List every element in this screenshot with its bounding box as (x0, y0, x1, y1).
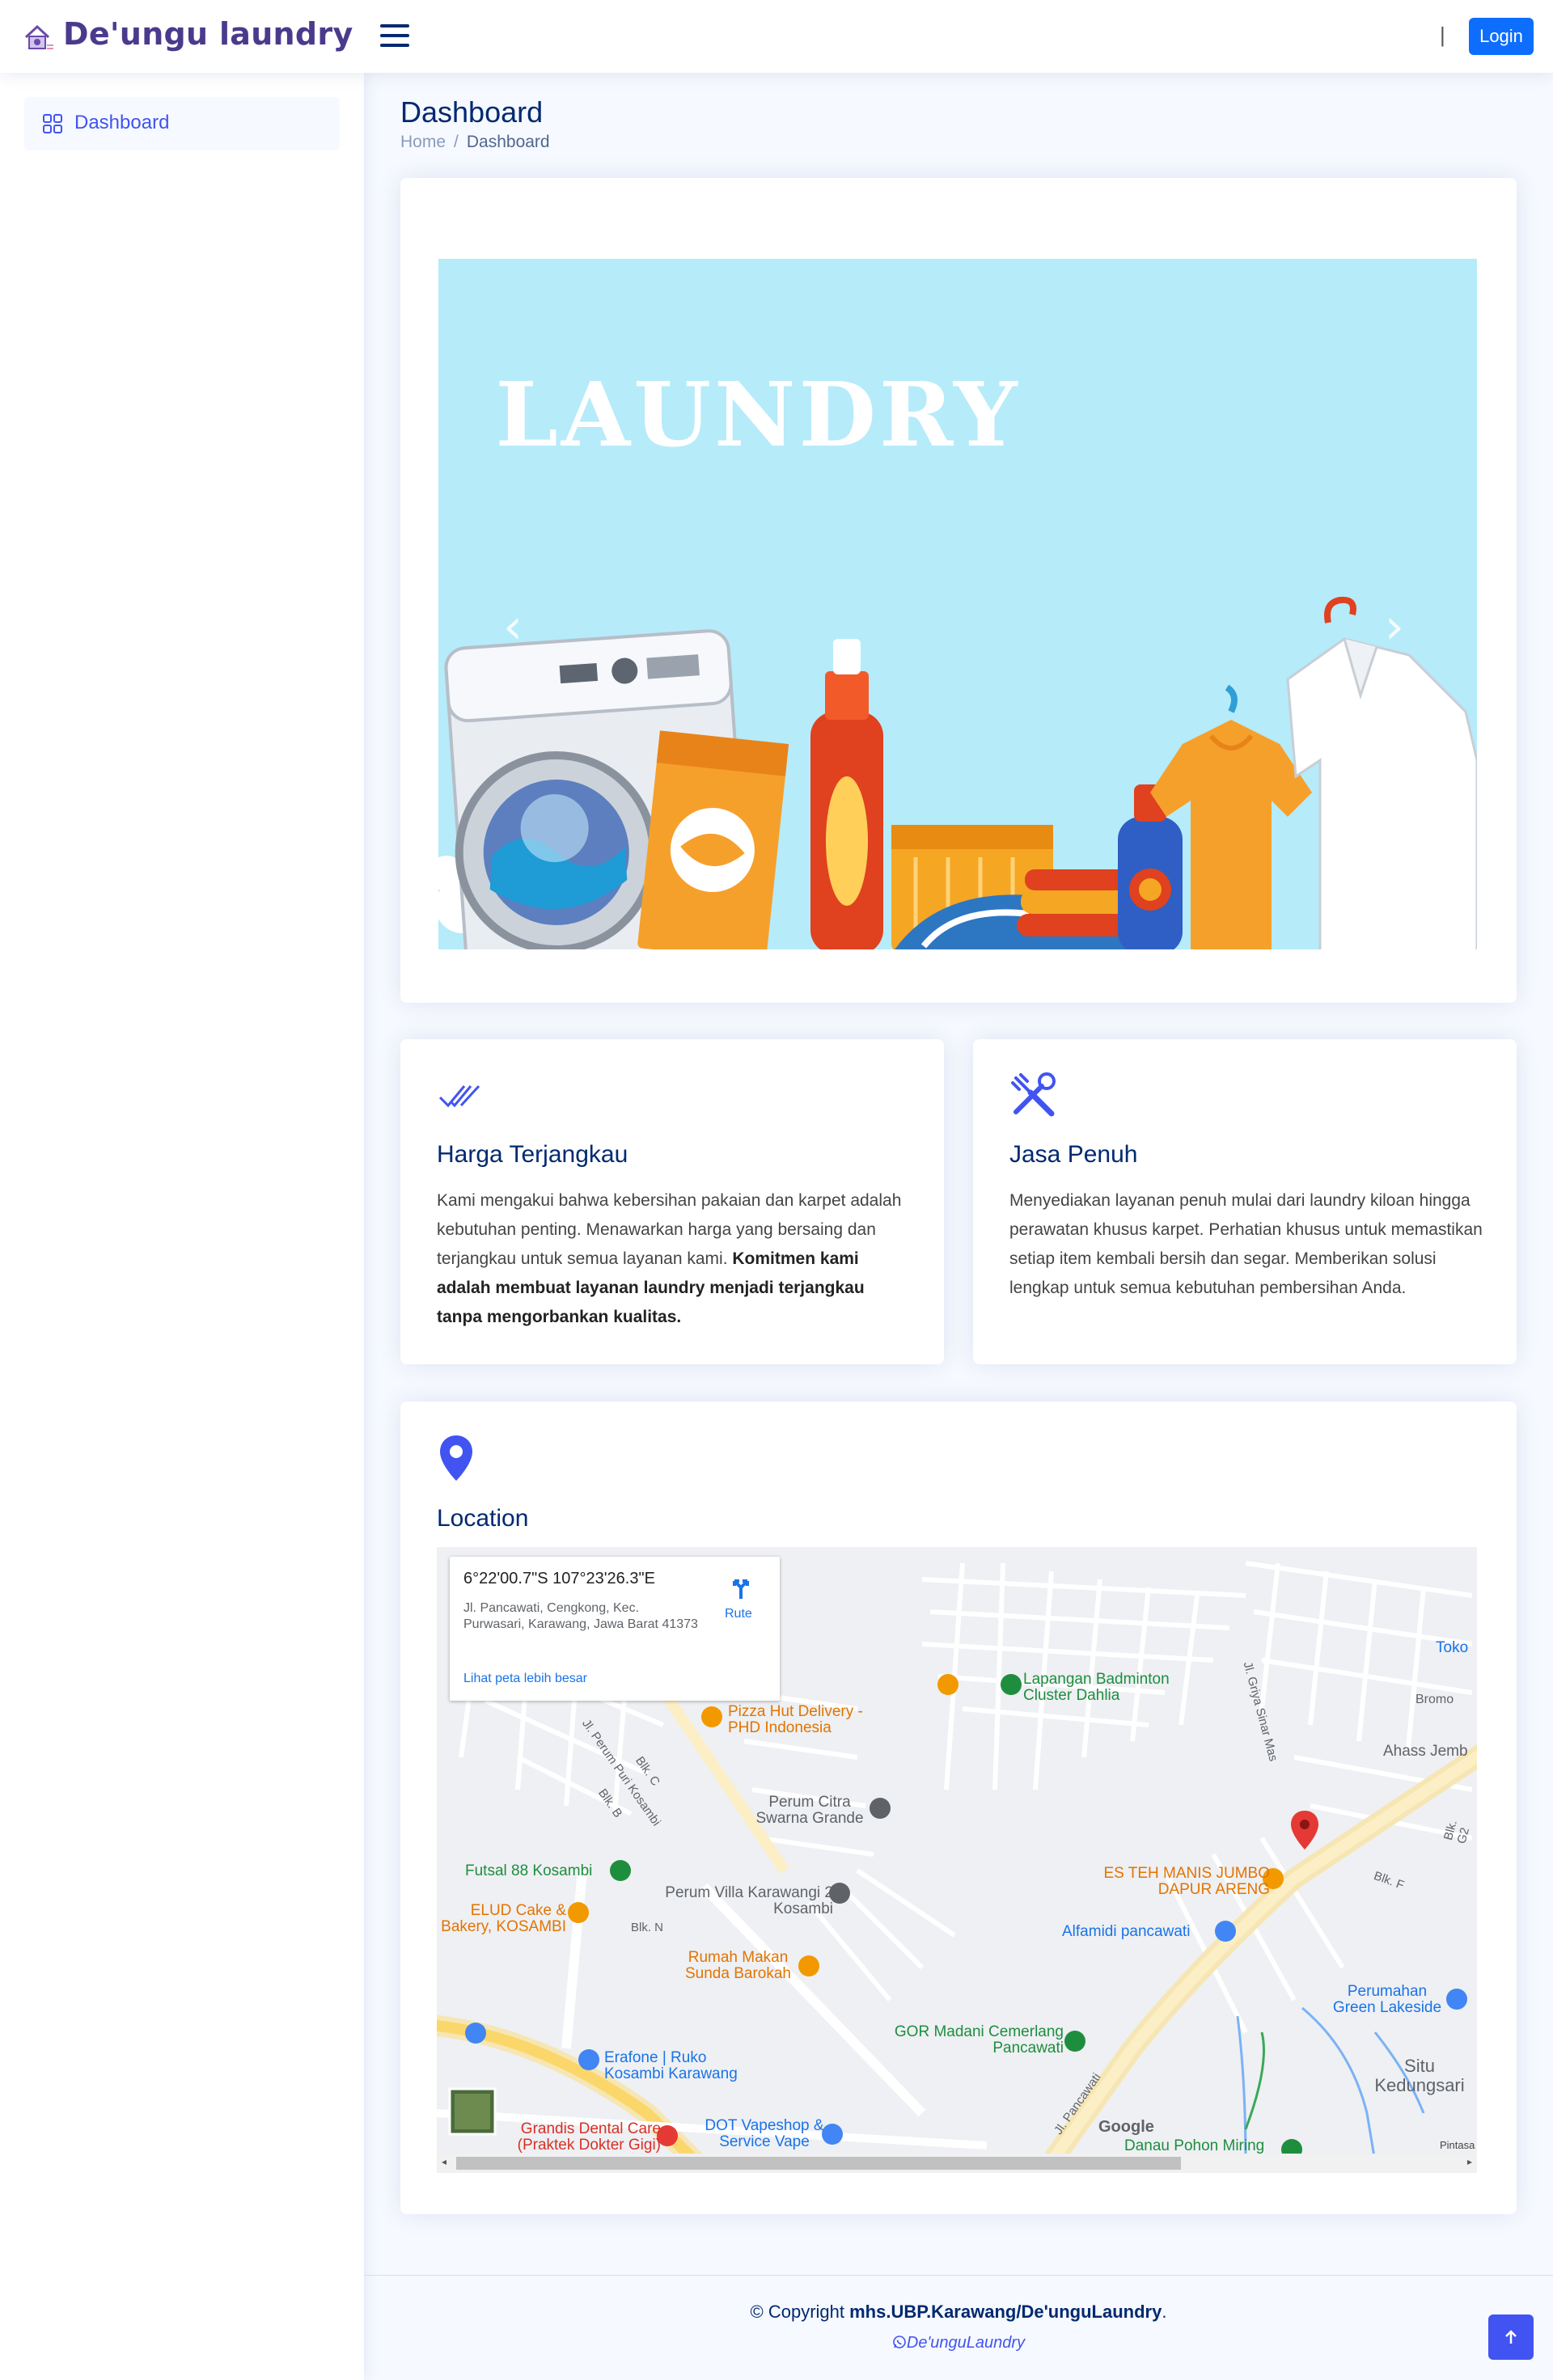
map-place-label[interactable]: Ahass Jemb (1383, 1743, 1468, 1761)
brand-name[interactable]: De'ungu laundry (63, 16, 353, 52)
map-place-label[interactable]: Grandis Dental Care (Praktek Dokter Gigi… (503, 2121, 661, 2154)
map-place-label[interactable]: GOR Madani Cemerlang Pancawati (894, 2024, 1064, 2057)
laundry-illustration (438, 596, 1477, 949)
copyright-suffix: . (1162, 2302, 1167, 2322)
arrow-up-icon (1505, 2330, 1517, 2344)
larger-map-link[interactable]: Lihat peta lebih besar (463, 1672, 587, 1686)
breadcrumb: Home / Dashboard (400, 133, 550, 151)
map-place-label[interactable]: Alfamidi pancawati (1062, 1923, 1190, 1941)
map-place-label[interactable]: Erafone | Ruko Kosambi Karawang (604, 2050, 766, 2082)
map-horizontal-scrollbar[interactable]: ◂ ▸ (437, 2154, 1477, 2173)
map-place-label[interactable]: Bromo (1415, 1693, 1454, 1707)
top-header: De'ungu laundry | Login (0, 0, 1553, 73)
feature-description: Menyediakan layanan penuh mulai dari lau… (1009, 1191, 1483, 1297)
footer-divider (364, 2275, 1553, 2276)
directions-icon[interactable] (730, 1576, 752, 1600)
laundry-carousel[interactable]: LAUNDRY ‹ › (438, 259, 1477, 949)
breadcrumb-home-link[interactable]: Home (400, 133, 446, 151)
map-place-label[interactable]: Situ Kedungsari (1367, 2057, 1472, 2095)
house-logo-icon[interactable] (23, 23, 55, 52)
map-place-label[interactable]: Perumahan Green Lakeside (1331, 1984, 1444, 2016)
location-title: Location (437, 1505, 529, 1532)
map-coordinates: 6°22'00.7"S 107°23'26.3"E (463, 1570, 655, 1587)
map-info-box: 6°22'00.7"S 107°23'26.3"E Jl. Pancawati,… (450, 1557, 780, 1701)
tools-icon (1011, 1072, 1056, 1117)
feature-card-harga: Harga Terjangkau Kami mengakui bahwa keb… (400, 1039, 944, 1364)
map-street-label: Blk. N (631, 1921, 664, 1934)
carousel-card: LAUNDRY ‹ › (400, 178, 1517, 1003)
map-place-label[interactable]: Perum Citra Swarna Grande (749, 1795, 870, 1827)
map-place-label[interactable]: Perum Villa Karawangi 2 Kosambi (655, 1885, 833, 1917)
sidebar-item-label: Dashboard (74, 112, 170, 133)
breadcrumb-current: Dashboard (466, 133, 550, 151)
map-place-label[interactable]: Toko (1436, 1639, 1468, 1657)
feature-card-jasa: Jasa Penuh Menyediakan layanan penuh mul… (973, 1039, 1517, 1364)
feature-title: Jasa Penuh (1009, 1141, 1138, 1168)
scroll-left-icon[interactable]: ◂ (442, 2156, 446, 2167)
location-card: Location Lapangan Badminton Cluster Dahl… (400, 1401, 1517, 2214)
page-title: Dashboard (400, 95, 544, 129)
google-attribution: Google (1098, 2118, 1154, 2136)
scroll-right-icon[interactable]: ▸ (1467, 2156, 1472, 2167)
header-divider: | (1440, 23, 1445, 47)
feature-description: Kami mengakui bahwa kebersihan pakaian d… (437, 1186, 914, 1332)
map-place-label[interactable]: Lapangan Badminton Cluster Dahlia (1023, 1672, 1201, 1704)
whatsapp-link[interactable]: De'unguLaundry (364, 2334, 1553, 2353)
map-place-label[interactable]: Danau Pohon Miring (1124, 2137, 1264, 2154)
back-to-top-button[interactable] (1488, 2314, 1534, 2360)
whatsapp-icon (893, 2336, 906, 2348)
login-button[interactable]: Login (1469, 18, 1534, 55)
embedded-map[interactable]: Lapangan Badminton Cluster Dahlia Pizza … (437, 1547, 1477, 2154)
sidebar: Dashboard (0, 73, 364, 2380)
map-place-label[interactable]: DOT Vapeshop & Service Vape (704, 2118, 825, 2150)
map-place-label[interactable]: Futsal 88 Kosambi (465, 1862, 592, 1880)
check-all-icon (438, 1084, 480, 1108)
copyright-owner: mhs.UBP.Karawang/De'unguLaundry (849, 2302, 1162, 2322)
map-place-label[interactable]: ELUD Cake & Bakery, KOSAMBI (437, 1903, 566, 1935)
geo-pin-icon (440, 1435, 472, 1481)
map-place-label[interactable]: Pizza Hut Delivery - PHD Indonesia (728, 1704, 890, 1736)
footer-copyright: © Copyright mhs.UBP.Karawang/De'unguLaun… (364, 2302, 1553, 2323)
toggle-sidebar-button[interactable] (380, 24, 409, 49)
whatsapp-label: De'unguLaundry (906, 2334, 1026, 2352)
map-address: Jl. Pancawati, Cengkong, Kec. Purwasari,… (463, 1601, 698, 1631)
grid-icon (43, 114, 62, 133)
map-data-label[interactable]: Pintasa (1440, 2139, 1475, 2151)
map-place-label[interactable]: Rumah Makan Sunda Barokah (679, 1950, 797, 1982)
feature-title: Harga Terjangkau (437, 1141, 628, 1168)
scrollbar-thumb[interactable] (456, 2157, 1181, 2170)
route-button[interactable]: Rute (725, 1607, 752, 1621)
map-place-label[interactable]: ES TEH MANIS JUMBO DAPUR ARENG (1084, 1866, 1270, 1898)
sidebar-item-dashboard[interactable]: Dashboard (24, 97, 340, 150)
copyright-prefix: © Copyright (750, 2302, 850, 2322)
